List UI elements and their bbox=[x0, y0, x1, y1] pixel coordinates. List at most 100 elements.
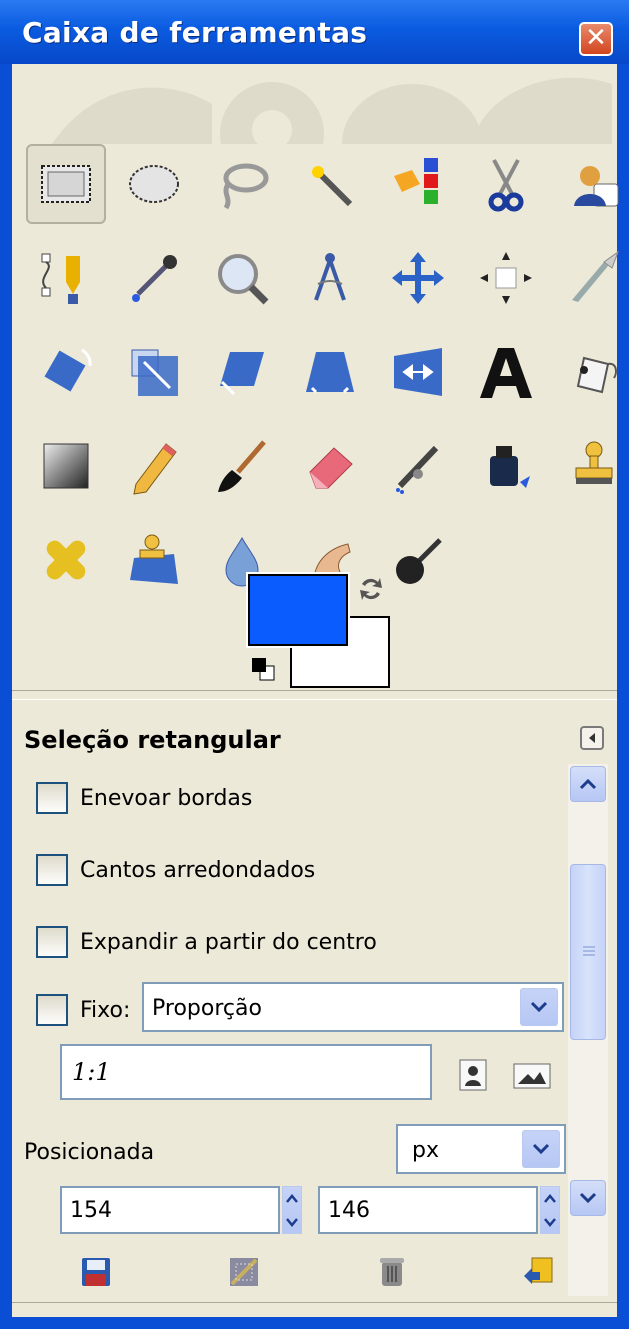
gradient-icon bbox=[43, 443, 89, 489]
feather-label: Enevoar bordas bbox=[80, 786, 253, 811]
landscape-icon[interactable] bbox=[512, 1062, 552, 1090]
scale-icon bbox=[131, 349, 178, 396]
bottom-separator bbox=[12, 1302, 617, 1313]
text-tool[interactable] bbox=[466, 332, 546, 412]
magnifier-icon bbox=[218, 254, 269, 305]
foreground-select-tool[interactable] bbox=[554, 144, 629, 224]
unit-combo[interactable]: px bbox=[396, 1124, 566, 1174]
airbrush-icon bbox=[396, 445, 439, 494]
rounded-corners-label: Cantos arredondados bbox=[80, 858, 316, 883]
default-colors-icon[interactable] bbox=[248, 654, 278, 684]
position-y-spinbutton[interactable]: 146 bbox=[318, 1186, 538, 1234]
fixed-mode-value: Proporção bbox=[152, 996, 262, 1021]
position-x-stepper[interactable] bbox=[282, 1186, 302, 1234]
foreground-color-swatch[interactable] bbox=[246, 572, 350, 648]
position-label: Posicionada bbox=[24, 1140, 155, 1165]
ellipse-select-tool[interactable] bbox=[114, 144, 194, 224]
move-arrows-icon bbox=[392, 252, 444, 304]
chevron-down-icon[interactable] bbox=[520, 988, 558, 1026]
rotate-icon bbox=[44, 348, 92, 392]
portrait-icon[interactable] bbox=[458, 1058, 488, 1092]
clone-tool[interactable] bbox=[554, 426, 629, 506]
paths-pen-icon bbox=[41, 253, 80, 304]
magic-wand-icon bbox=[312, 166, 353, 207]
perspective-clone-icon bbox=[130, 534, 178, 584]
perspective-tool[interactable] bbox=[290, 332, 370, 412]
toolbox-window: Caixa de ferramentas ✕ Seleção retangula… bbox=[0, 0, 629, 1329]
delete-options-icon[interactable] bbox=[374, 1254, 410, 1290]
fixed-checkbox[interactable] bbox=[36, 994, 68, 1026]
scale-tool[interactable] bbox=[114, 332, 194, 412]
paths-tool[interactable] bbox=[26, 238, 106, 318]
paintbrush-tool[interactable] bbox=[202, 426, 282, 506]
expand-center-label: Expandir a partir do centro bbox=[80, 930, 377, 955]
position-x-value: 154 bbox=[70, 1198, 112, 1223]
select-by-color-icon bbox=[394, 158, 438, 204]
eraser-icon bbox=[309, 447, 353, 489]
fixed-label: Fixo: bbox=[80, 998, 131, 1023]
unit-value: px bbox=[412, 1138, 439, 1163]
zoom-tool[interactable] bbox=[202, 238, 282, 318]
bandage-icon bbox=[46, 540, 86, 580]
save-options-icon[interactable] bbox=[78, 1254, 114, 1290]
position-x-spinbutton[interactable]: 154 bbox=[60, 1186, 280, 1234]
pane-divider[interactable] bbox=[12, 690, 617, 700]
flip-icon bbox=[394, 348, 442, 396]
chevron-down-icon[interactable] bbox=[522, 1130, 560, 1168]
ink-tool[interactable] bbox=[466, 426, 546, 506]
expand-center-checkbox[interactable] bbox=[36, 926, 68, 958]
shear-icon bbox=[220, 352, 264, 396]
rect-select-tool[interactable] bbox=[26, 144, 106, 224]
swap-colors-icon[interactable] bbox=[356, 574, 386, 604]
ratio-value: 1:1 bbox=[72, 1058, 111, 1086]
heal-tool[interactable] bbox=[26, 520, 106, 600]
position-y-stepper[interactable] bbox=[540, 1186, 560, 1234]
position-y-value: 146 bbox=[328, 1198, 370, 1223]
rotate-tool[interactable] bbox=[26, 332, 106, 412]
scroll-up-button[interactable] bbox=[570, 766, 606, 802]
crop-tool[interactable] bbox=[554, 238, 629, 318]
shear-tool[interactable] bbox=[202, 332, 282, 412]
options-scrollbar[interactable] bbox=[568, 764, 608, 1296]
rounded-corners-checkbox[interactable] bbox=[36, 854, 68, 886]
compass-icon bbox=[314, 253, 346, 301]
chevron-down-icon[interactable] bbox=[286, 1217, 298, 1227]
eraser-tool[interactable] bbox=[290, 426, 370, 506]
chevron-up-icon bbox=[579, 778, 597, 790]
airbrush-tool[interactable] bbox=[378, 426, 458, 506]
wilber-decoration-icon bbox=[52, 64, 612, 144]
align-tool[interactable] bbox=[466, 238, 546, 318]
scissors-icon bbox=[488, 159, 524, 212]
title-bar[interactable]: Caixa de ferramentas ✕ bbox=[0, 0, 629, 64]
scroll-thumb[interactable] bbox=[570, 864, 606, 1040]
scroll-down-button[interactable] bbox=[570, 1180, 606, 1216]
measure-tool[interactable] bbox=[290, 238, 370, 318]
color-area bbox=[244, 570, 404, 690]
feather-checkbox[interactable] bbox=[36, 782, 68, 814]
toolbox-client: Seleção retangular Enevoar bordas Cantos… bbox=[12, 64, 620, 1317]
free-select-tool[interactable] bbox=[202, 144, 282, 224]
pencil-tool[interactable] bbox=[114, 426, 194, 506]
move-tool[interactable] bbox=[378, 238, 458, 318]
fixed-mode-combo[interactable]: Proporção bbox=[142, 982, 564, 1032]
chevron-up-icon[interactable] bbox=[286, 1193, 298, 1204]
pencil-icon bbox=[133, 443, 177, 495]
panel-menu-button[interactable] bbox=[580, 726, 604, 750]
color-picker-tool[interactable] bbox=[114, 238, 194, 318]
bucket-fill-tool[interactable] bbox=[554, 332, 629, 412]
close-icon[interactable]: ✕ bbox=[579, 22, 613, 56]
chevron-up-icon[interactable] bbox=[544, 1193, 556, 1204]
select-by-color-tool[interactable] bbox=[378, 144, 458, 224]
chevron-down-icon[interactable] bbox=[544, 1217, 556, 1227]
ellipse-select-icon bbox=[129, 165, 179, 203]
brush-icon bbox=[218, 440, 266, 492]
scissors-select-tool[interactable] bbox=[466, 144, 546, 224]
fuzzy-select-tool[interactable] bbox=[290, 144, 370, 224]
blend-tool[interactable] bbox=[26, 426, 106, 506]
clone-stamp-icon bbox=[575, 441, 613, 484]
reset-options-icon[interactable] bbox=[520, 1254, 556, 1290]
restore-options-icon[interactable] bbox=[226, 1254, 262, 1290]
flip-tool[interactable] bbox=[378, 332, 458, 412]
ratio-entry[interactable]: 1:1 bbox=[60, 1044, 432, 1100]
perspective-clone-tool[interactable] bbox=[114, 520, 194, 600]
